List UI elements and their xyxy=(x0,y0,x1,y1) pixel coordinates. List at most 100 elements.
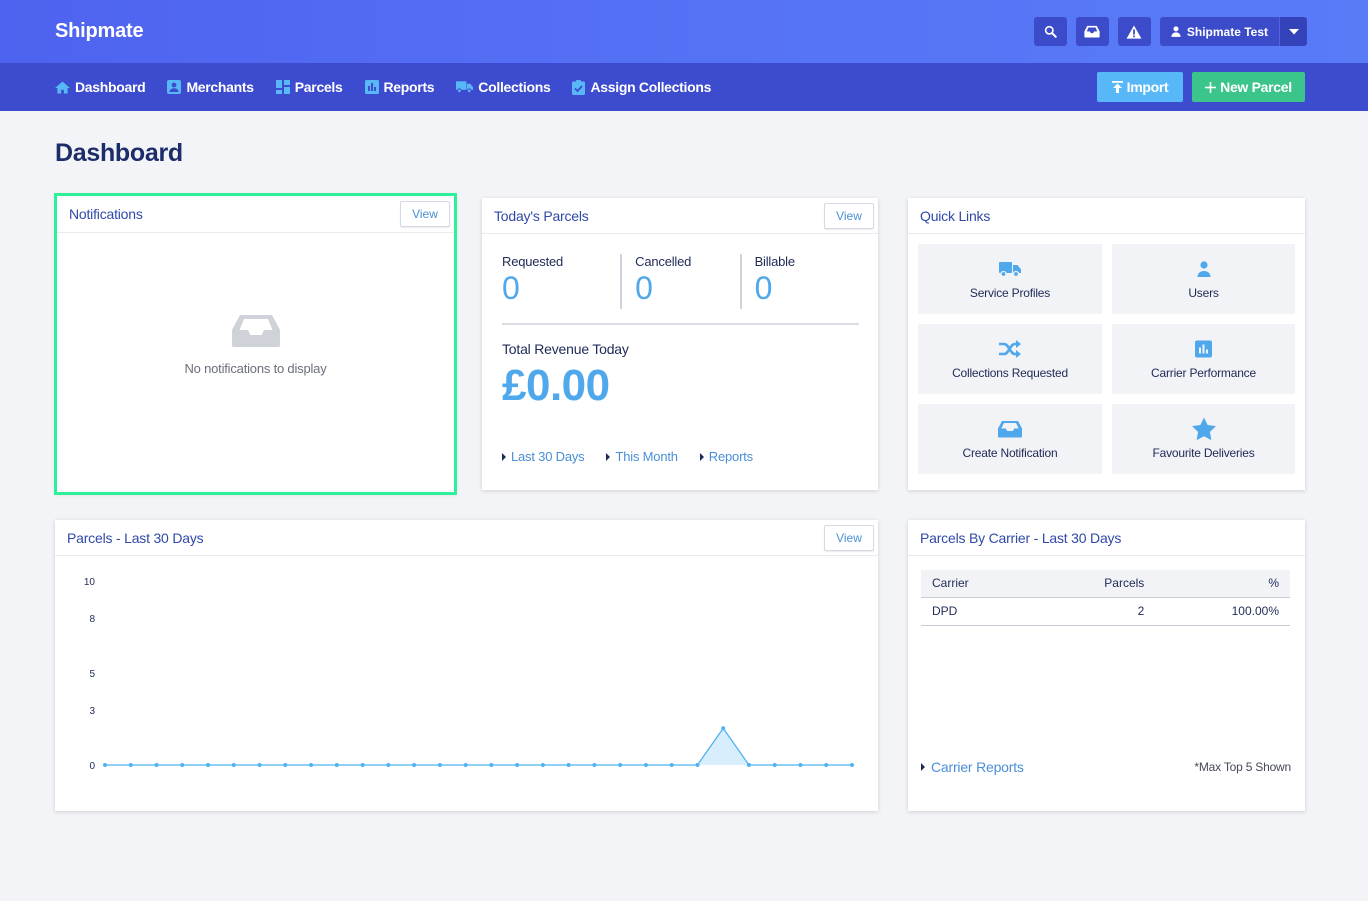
data-point[interactable] xyxy=(566,763,571,767)
column-header-percent: % xyxy=(1155,570,1290,598)
notifications-card: Notifications View No notifications to d… xyxy=(56,195,455,493)
data-point[interactable] xyxy=(180,763,185,767)
inbox-icon xyxy=(998,421,1022,438)
parcels-chart-card: Parcels - Last 30 Days View 10 8 5 3 0 xyxy=(55,520,878,811)
nav-item-collections[interactable]: Collections xyxy=(456,79,551,95)
data-point[interactable] xyxy=(360,763,365,767)
link-last-30-days[interactable]: Last 30 Days xyxy=(502,449,585,464)
link-this-month[interactable]: This Month xyxy=(606,449,678,464)
notifications-view-button[interactable]: View xyxy=(400,201,450,227)
id-card-icon xyxy=(167,80,182,94)
user-button[interactable]: Shipmate Test xyxy=(1159,17,1279,46)
quick-link-label: Carrier Performance xyxy=(1151,366,1256,380)
nav-label: Merchants xyxy=(186,79,254,95)
empty-state-text: No notifications to display xyxy=(184,361,327,376)
data-point[interactable] xyxy=(257,763,262,767)
link-label: Reports xyxy=(708,449,753,464)
bar-chart-icon xyxy=(364,80,379,94)
quick-link-users[interactable]: Users xyxy=(1112,244,1295,314)
y-tick-label: 5 xyxy=(89,669,95,680)
link-reports[interactable]: Reports xyxy=(699,449,753,464)
card-header: Quick Links xyxy=(908,198,1305,234)
card-header: Today's Parcels View xyxy=(482,198,878,234)
data-point[interactable] xyxy=(489,763,494,767)
quick-link-service-profiles[interactable]: Service Profiles xyxy=(918,244,1102,314)
stat-value: 0 xyxy=(754,270,773,306)
quick-link-carrier-performance[interactable]: Carrier Performance xyxy=(1112,324,1295,394)
data-point[interactable] xyxy=(540,763,545,767)
parcels-chart-view-button[interactable]: View xyxy=(824,524,874,551)
clipboard-check-icon xyxy=(572,79,586,95)
card-header: Notifications View xyxy=(57,196,454,233)
quick-links-grid: Service Profiles Users Collections Reque… xyxy=(918,244,1295,474)
data-point[interactable] xyxy=(437,763,442,767)
plus-icon xyxy=(1205,81,1217,93)
data-point[interactable] xyxy=(746,763,751,767)
quick-link-label: Favourite Deliveries xyxy=(1152,446,1255,460)
data-point[interactable] xyxy=(463,763,468,767)
stat-label: Cancelled xyxy=(635,254,692,269)
page-title: Dashboard xyxy=(55,139,183,167)
warning-icon xyxy=(1126,24,1142,39)
home-icon xyxy=(55,80,70,94)
data-point[interactable] xyxy=(669,763,674,767)
data-point[interactable] xyxy=(231,763,236,767)
stats-row: Requested 0 Cancelled 0 Billable 0 xyxy=(502,254,859,309)
todays-parcels-view-button[interactable]: View xyxy=(824,202,874,229)
quick-link-create-notification[interactable]: Create Notification xyxy=(918,404,1102,474)
data-point[interactable] xyxy=(695,763,700,767)
nav-item-assign-collections[interactable]: Assign Collections xyxy=(572,79,711,95)
user-name: Shipmate Test xyxy=(1186,24,1268,39)
data-point[interactable] xyxy=(206,763,211,767)
y-tick-label: 3 xyxy=(89,706,95,717)
data-point[interactable] xyxy=(386,763,391,767)
stat-label: Billable xyxy=(754,254,796,269)
inbox-icon xyxy=(1084,25,1100,38)
nav-item-dashboard[interactable]: Dashboard xyxy=(55,79,146,95)
nav-label: Assign Collections xyxy=(590,79,712,95)
data-point[interactable] xyxy=(643,763,648,767)
carrier-footer: Carrier Reports *Max Top 5 Shown xyxy=(921,759,1291,775)
data-point[interactable] xyxy=(128,763,133,767)
truck-icon xyxy=(456,81,474,93)
data-point[interactable] xyxy=(592,763,597,767)
data-point[interactable] xyxy=(283,763,288,767)
stat-cancelled: Cancelled 0 xyxy=(620,254,739,309)
brand-logo[interactable]: Shipmate xyxy=(55,20,144,43)
quick-link-label: Create Notification xyxy=(962,446,1058,460)
revenue-label: Total Revenue Today xyxy=(502,341,629,357)
import-button[interactable]: Import xyxy=(1097,72,1183,102)
data-point[interactable] xyxy=(798,763,803,767)
user-dropdown-toggle[interactable] xyxy=(1279,17,1307,46)
data-point[interactable] xyxy=(334,763,339,767)
data-point[interactable] xyxy=(412,763,417,767)
column-header-parcels: Parcels xyxy=(1034,570,1156,598)
stat-value: 0 xyxy=(502,270,520,306)
nav-item-merchants[interactable]: Merchants xyxy=(167,79,254,95)
data-point[interactable] xyxy=(309,763,314,767)
data-point[interactable] xyxy=(154,763,159,767)
inbox-button[interactable] xyxy=(1075,17,1109,46)
data-point[interactable] xyxy=(515,763,520,767)
data-point[interactable] xyxy=(721,726,726,731)
data-point[interactable] xyxy=(824,763,829,767)
search-button[interactable] xyxy=(1033,17,1067,46)
data-point[interactable] xyxy=(772,763,777,767)
star-icon xyxy=(1191,417,1216,441)
cell-carrier: DPD xyxy=(921,597,1035,626)
quick-link-label: Collections Requested xyxy=(952,366,1068,380)
nav-item-reports[interactable]: Reports xyxy=(364,79,435,95)
stat-value: 0 xyxy=(635,270,653,306)
nav-bar: Dashboard Merchants Parcels Reports Coll… xyxy=(0,63,1368,111)
period-links: Last 30 Days This Month Reports xyxy=(502,449,753,464)
nav-item-parcels[interactable]: Parcels xyxy=(275,79,343,95)
alerts-button[interactable] xyxy=(1117,17,1151,46)
data-point[interactable] xyxy=(618,763,623,767)
data-point[interactable] xyxy=(850,763,854,767)
data-point[interactable] xyxy=(103,763,107,767)
caret-right-icon xyxy=(921,763,925,771)
carrier-reports-link[interactable]: Carrier Reports xyxy=(921,759,1024,775)
new-parcel-button[interactable]: New Parcel xyxy=(1192,72,1305,102)
quick-link-collections-requested[interactable]: Collections Requested xyxy=(918,324,1102,394)
quick-link-favourite-deliveries[interactable]: Favourite Deliveries xyxy=(1112,404,1295,474)
